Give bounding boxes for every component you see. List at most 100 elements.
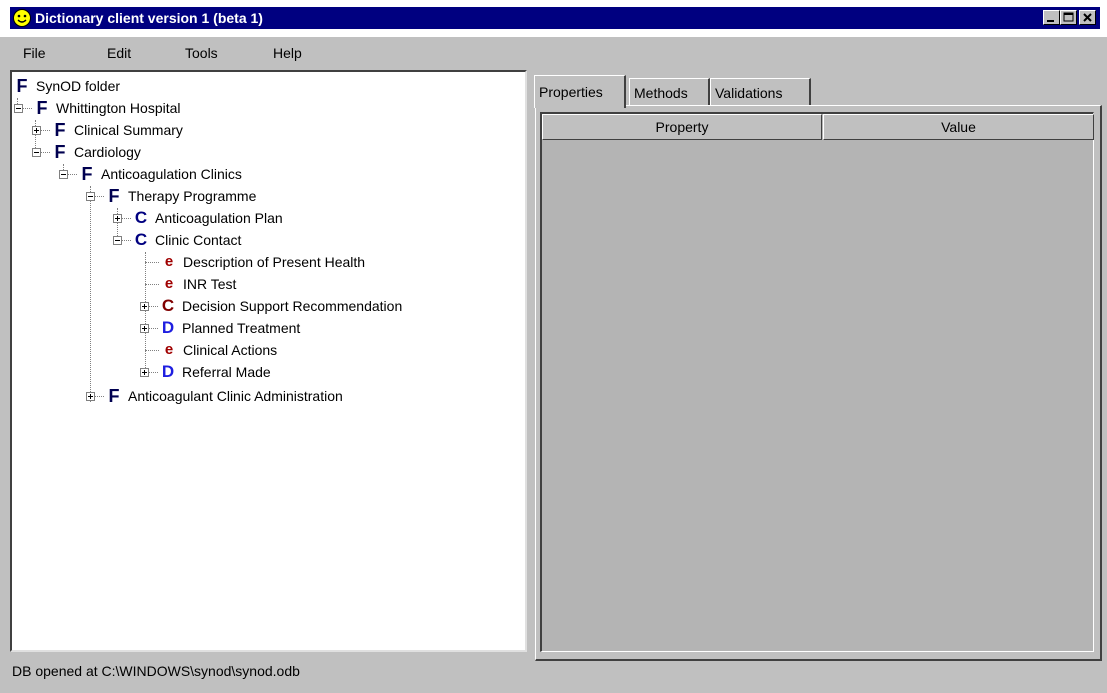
tree-node-label: Description of Present Health <box>183 254 366 270</box>
tab-label: Properties <box>539 84 603 100</box>
expand-icon[interactable] <box>140 367 149 377</box>
folder-f-icon: F <box>16 76 28 96</box>
class-c-icon: C <box>134 230 148 249</box>
column-header-property[interactable]: Property <box>542 114 822 140</box>
expand-icon[interactable] <box>113 213 122 223</box>
expand-icon[interactable] <box>140 323 149 333</box>
tree-connector <box>122 217 131 219</box>
tree-pane[interactable]: F SynOD folder F Whittington Hospital F … <box>10 70 527 652</box>
tree-node-label: Anticoagulation Plan <box>155 210 283 226</box>
menu-help[interactable]: Help <box>273 45 302 61</box>
collapse-icon[interactable] <box>32 147 41 157</box>
tree-node-label: Decision Support Recommendation <box>182 298 403 314</box>
element-e-icon: e <box>164 341 174 358</box>
tree-connector <box>68 173 77 175</box>
smiley-icon[interactable] <box>13 9 31 27</box>
collapse-icon[interactable] <box>59 169 68 179</box>
tab-validations[interactable]: Validations <box>710 78 811 106</box>
tree-connector <box>95 395 104 397</box>
tree-node-referral-made[interactable]: D Referral Made <box>140 362 271 382</box>
tree-node-label: Cardiology <box>74 144 141 160</box>
tree-connector <box>122 239 131 241</box>
details-pane: Properties Methods Validations Property … <box>530 70 1107 661</box>
expand-icon[interactable] <box>140 301 149 311</box>
column-header-label: Value <box>941 119 976 135</box>
data-d-icon: D <box>161 318 175 337</box>
tree-node-planned-treatment[interactable]: D Planned Treatment <box>140 318 300 338</box>
tree-node-clinical-summary[interactable]: F Clinical Summary <box>32 120 183 140</box>
tree-node-label: Clinical Summary <box>74 122 183 138</box>
tree-node-description-of-present-health[interactable]: e Description of Present Health <box>145 252 365 272</box>
folder-f-icon: F <box>36 98 48 118</box>
close-button[interactable] <box>1079 10 1096 25</box>
tree-node-label: Whittington Hospital <box>56 100 181 116</box>
tree-connector <box>145 349 159 351</box>
tab-properties[interactable]: Properties <box>534 75 626 108</box>
tree-node-clinic-contact[interactable]: C Clinic Contact <box>113 230 241 250</box>
close-icon <box>1083 13 1092 22</box>
collapse-icon[interactable] <box>14 103 23 113</box>
tree-node-inr-test[interactable]: e INR Test <box>145 274 236 294</box>
window-controls <box>1043 10 1096 25</box>
tab-label: Methods <box>634 84 688 101</box>
tree-node-therapy-programme[interactable]: F Therapy Programme <box>86 186 256 206</box>
status-bar: DB opened at C:\WINDOWS\synod\synod.odb <box>12 663 300 679</box>
tree-node-label: SynOD folder <box>36 78 121 94</box>
tree-connector <box>145 261 159 263</box>
element-e-icon: e <box>164 253 174 270</box>
tree-node-decision-support-recommendation[interactable]: C Decision Support Recommendation <box>140 296 402 316</box>
tree-connector <box>41 129 50 131</box>
tree-connector <box>23 107 32 109</box>
expand-icon[interactable] <box>86 391 95 401</box>
tree-node-label: Clinical Actions <box>183 342 278 358</box>
tree-node-label: Clinic Contact <box>155 232 242 248</box>
tree-node-synod-folder[interactable]: F SynOD folder <box>14 76 121 96</box>
folder-f-icon: F <box>108 186 120 206</box>
column-header-label: Property <box>655 119 709 135</box>
title-bar: Dictionary client version 1 (beta 1) <box>0 0 1107 37</box>
tree-connector <box>149 305 158 307</box>
properties-panel: Property Value <box>535 105 1102 661</box>
tree-node-anticoagulation-plan[interactable]: C Anticoagulation Plan <box>113 208 283 228</box>
minimize-icon <box>1047 20 1054 22</box>
properties-table[interactable]: Property Value <box>540 112 1094 652</box>
column-header-value[interactable]: Value <box>823 114 1094 140</box>
tree-node-clinical-actions[interactable]: e Clinical Actions <box>145 340 277 360</box>
menu-bar: File Edit Tools Help <box>10 40 1107 68</box>
tree-guide-line <box>90 186 91 402</box>
window-title: Dictionary client version 1 (beta 1) <box>35 10 263 26</box>
tree-node-cardiology[interactable]: F Cardiology <box>32 142 141 162</box>
menu-file[interactable]: File <box>23 45 46 61</box>
collapse-icon[interactable] <box>113 235 122 245</box>
folder-f-icon: F <box>108 386 120 406</box>
folder-f-icon: F <box>54 120 66 140</box>
tree-connector <box>145 283 159 285</box>
tree-node-whittington-hospital[interactable]: F Whittington Hospital <box>14 98 181 118</box>
tree-connector <box>41 151 50 153</box>
folder-f-icon: F <box>54 142 66 162</box>
tree-node-label: Referral Made <box>182 364 271 380</box>
maximize-button[interactable] <box>1060 10 1077 25</box>
tree-connector <box>149 371 158 373</box>
folder-f-icon: F <box>81 164 93 184</box>
expand-icon[interactable] <box>32 125 41 135</box>
title-bar-inner[interactable]: Dictionary client version 1 (beta 1) <box>10 7 1100 29</box>
tree-node-label: Planned Treatment <box>182 320 301 336</box>
tree-node-anticoagulant-clinic-administration[interactable]: F Anticoagulant Clinic Administration <box>86 386 343 406</box>
minimize-button[interactable] <box>1043 10 1060 25</box>
class-c-icon: C <box>134 208 148 227</box>
menu-edit[interactable]: Edit <box>107 45 131 61</box>
tab-label: Validations <box>715 84 783 101</box>
tree-connector <box>149 327 158 329</box>
tree-node-label: Therapy Programme <box>128 188 257 204</box>
data-d-icon: D <box>161 362 175 381</box>
menu-tools[interactable]: Tools <box>185 45 218 61</box>
tree-node-label: Anticoagulant Clinic Administration <box>128 388 343 404</box>
tab-methods[interactable]: Methods <box>629 78 710 106</box>
element-e-icon: e <box>164 275 174 292</box>
tree-node-label: Anticoagulation Clinics <box>101 166 242 182</box>
tree-node-anticoagulation-clinics[interactable]: F Anticoagulation Clinics <box>59 164 242 184</box>
class-c-icon: C <box>161 296 175 315</box>
collapse-icon[interactable] <box>86 191 95 201</box>
tree-node-label: INR Test <box>183 276 237 292</box>
